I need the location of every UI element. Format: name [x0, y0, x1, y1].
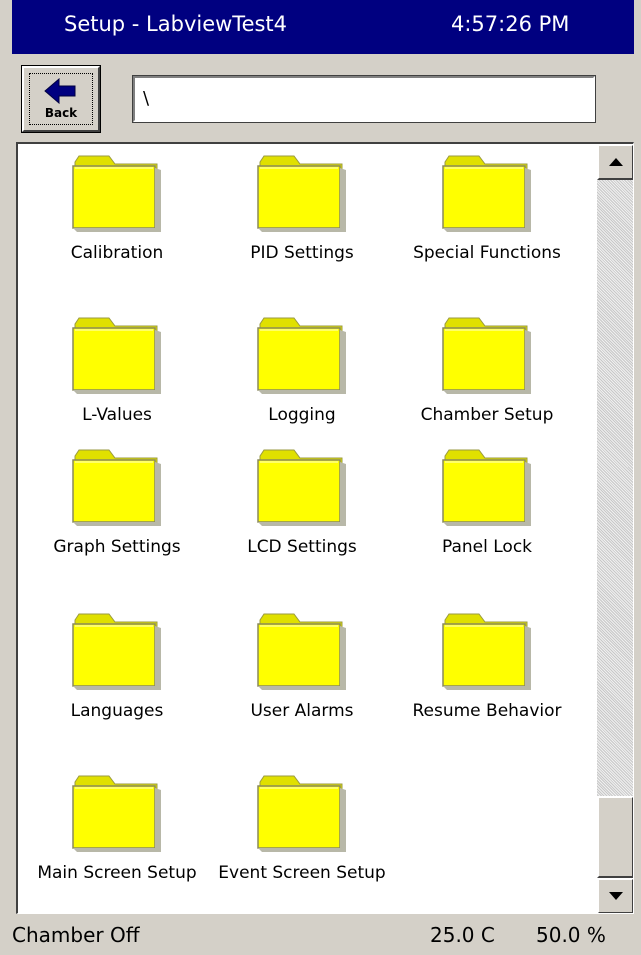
folder-icon: [442, 317, 531, 394]
folder-icon: [72, 155, 161, 232]
folder-icon: [72, 613, 161, 690]
scroll-thumb[interactable]: [597, 796, 633, 878]
vertical-scrollbar[interactable]: [597, 144, 633, 913]
folder-label: Panel Lock: [441, 537, 533, 557]
status-bar: Chamber Off 25.0 C 50.0 %: [12, 915, 634, 955]
folder-icon: [257, 449, 346, 526]
folder-icon: [442, 613, 531, 690]
folder-icon: [72, 775, 161, 852]
back-arrow-icon: [44, 78, 76, 104]
folder-label: Chamber Setup: [420, 405, 554, 425]
folder-icon: [72, 317, 161, 394]
folder-icon: [257, 317, 346, 394]
folder-icon: [257, 613, 346, 690]
folder-item[interactable]: Panel Lock: [394, 446, 580, 559]
folder-icon: [442, 155, 531, 232]
folder-item[interactable]: Event Screen Setup: [209, 772, 395, 885]
path-field[interactable]: \: [132, 75, 596, 123]
folder-label: Event Screen Setup: [218, 863, 386, 883]
window-title: Setup - LabviewTest4: [64, 12, 288, 36]
temperature-readout: 25.0 C: [430, 923, 495, 947]
clock: 4:57:26 PM: [451, 12, 570, 36]
folder-icon: [72, 449, 161, 526]
scroll-down-button[interactable]: [597, 878, 633, 913]
title-bar: Setup - LabviewTest4 4:57:26 PM: [12, 0, 634, 54]
folder-item[interactable]: Special Functions: [394, 152, 580, 265]
back-button[interactable]: Back: [21, 65, 101, 133]
back-label: Back: [44, 106, 78, 120]
chamber-state: Chamber Off: [12, 923, 140, 947]
folder-view: Calibration PID Settings Special Functions…: [16, 142, 634, 914]
humidity-readout: 50.0 %: [536, 923, 606, 947]
folder-icon: [257, 775, 346, 852]
folder-item[interactable]: Resume Behavior: [394, 610, 580, 723]
scroll-up-arrow-icon: [609, 158, 623, 166]
scroll-up-button[interactable]: [597, 144, 633, 180]
toolbar: Back \: [12, 54, 634, 140]
folder-icon: [257, 155, 346, 232]
folder-label: Special Functions: [413, 243, 561, 263]
scroll-down-arrow-icon: [609, 892, 623, 900]
folder-item[interactable]: Chamber Setup: [394, 314, 580, 427]
folder-icon: [442, 449, 531, 526]
folder-label: Resume Behavior: [412, 701, 562, 721]
setup-screen: Setup - LabviewTest4 4:57:26 PM Back \ C…: [0, 0, 641, 955]
